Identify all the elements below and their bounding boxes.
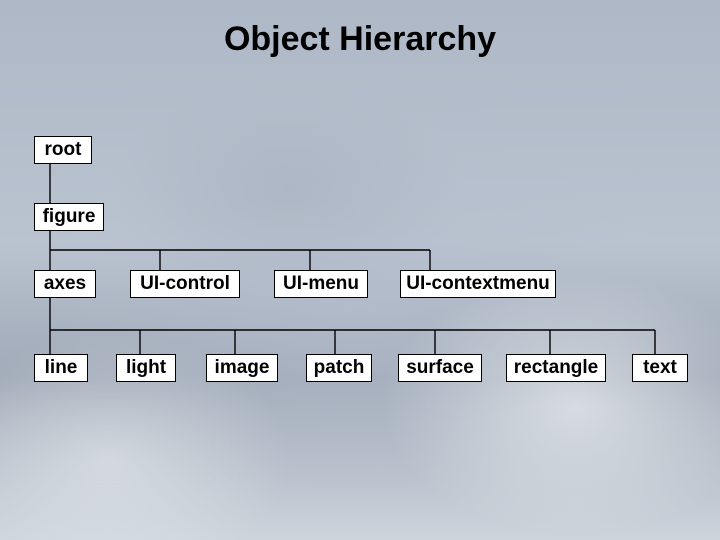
node-patch: patch — [306, 354, 372, 382]
node-ui-menu: UI-menu — [274, 270, 368, 298]
page-title: Object Hierarchy — [0, 20, 720, 59]
diagram-canvas: Object Hierarchy root figure axes UI-con… — [0, 0, 720, 540]
node-ui-contextmenu: UI-contextmenu — [400, 270, 556, 298]
node-root: root — [34, 136, 92, 164]
node-image: image — [206, 354, 278, 382]
node-surface: surface — [398, 354, 482, 382]
node-ui-control: UI-control — [130, 270, 240, 298]
node-light: light — [116, 354, 176, 382]
node-figure: figure — [34, 203, 104, 231]
node-line: line — [34, 354, 88, 382]
node-axes: axes — [34, 270, 96, 298]
node-rectangle: rectangle — [506, 354, 606, 382]
node-text: text — [632, 354, 688, 382]
